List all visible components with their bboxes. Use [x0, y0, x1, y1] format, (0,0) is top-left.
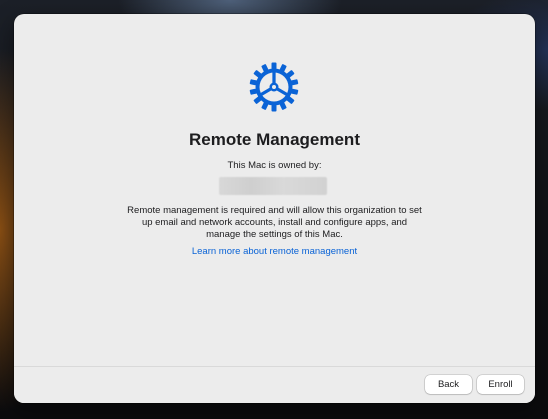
description-text: Remote management is required and will a…	[127, 205, 422, 240]
gear-icon	[249, 62, 299, 112]
back-button[interactable]: Back	[425, 375, 472, 394]
page-title: Remote Management	[189, 130, 360, 149]
footer-bar: Back Enroll	[14, 366, 535, 403]
enroll-button[interactable]: Enroll	[477, 375, 524, 394]
learn-more-link[interactable]: Learn more about remote management	[14, 246, 535, 257]
owner-name-redacted	[219, 177, 327, 195]
owner-label: This Mac is owned by:	[227, 160, 322, 171]
remote-management-window: Remote Management This Mac is owned by: …	[14, 14, 535, 403]
